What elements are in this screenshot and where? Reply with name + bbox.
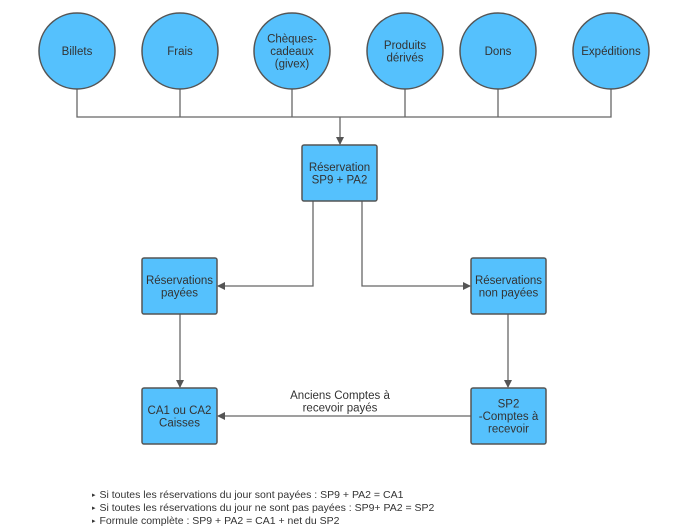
note-item: Si toutes les réservations du jour ne so… [92, 502, 435, 515]
note-item: Si toutes les réservations du jour sont … [92, 489, 434, 502]
edge-label-line: recevoir payés [303, 403, 378, 415]
box-label: Réservation [309, 162, 370, 174]
source-node-label: cadeaux [270, 46, 314, 58]
box-reservation[interactable]: RéservationSP9 + PA2 [301, 144, 378, 202]
source-node-label: dérivés [386, 52, 423, 64]
flow-diagram: Billets Frais Chèques-cadeaux(givex) Produi… [38, 12, 650, 445]
box-non-payees[interactable]: Réservationsnon payées [470, 257, 547, 315]
arrow-to-payees [217, 201, 314, 290]
box-label: payées [161, 287, 198, 299]
source-node-label: Expéditions [581, 46, 641, 58]
notes-list: Si toutes les réservations du jour sont … [92, 489, 435, 528]
source-node-dons[interactable]: Dons [459, 12, 537, 90]
source-node-expeditions[interactable]: Expéditions [572, 12, 650, 90]
box-label: recevoir [488, 424, 529, 436]
box-payees[interactable]: Réservationspayées [141, 257, 218, 315]
source-node-label: Frais [167, 46, 193, 58]
source-node-billets[interactable]: Billets [38, 12, 116, 90]
source-node-label: Billets [62, 46, 93, 58]
box-label: Caisses [159, 417, 200, 429]
box-label: CA1 ou CA2 [148, 405, 212, 417]
source-node-label: (givex) [275, 59, 310, 71]
source-node-label: Dons [485, 46, 512, 58]
edge-label: Anciens Comptes àrecevoir payés [290, 390, 390, 415]
box-label: SP2 [498, 399, 520, 411]
connector-bus [76, 89, 612, 118]
box-label: -Comptes à [479, 411, 539, 423]
source-node-label: Chèques- [267, 34, 317, 46]
source-node-cheques[interactable]: Chèques-cadeaux(givex) [253, 12, 331, 90]
box-label: non payées [479, 287, 539, 299]
box-label: SP9 + PA2 [312, 174, 368, 186]
source-node-produits[interactable]: Produitsdérivés [366, 12, 444, 90]
box-label: Réservations [146, 275, 213, 287]
arrow-to-non-payees [361, 201, 471, 290]
source-node-frais[interactable]: Frais [141, 12, 219, 90]
edge-label-line: Anciens Comptes à [290, 390, 390, 402]
note-item: Formule complète : SP9 + PA2 = CA1 + net… [92, 515, 434, 528]
box-sp2[interactable]: SP2-Comptes àrecevoir [470, 387, 547, 445]
source-node-label: Produits [384, 40, 426, 52]
box-label: Réservations [475, 275, 542, 287]
box-ca1[interactable]: CA1 ou CA2Caisses [141, 387, 218, 445]
